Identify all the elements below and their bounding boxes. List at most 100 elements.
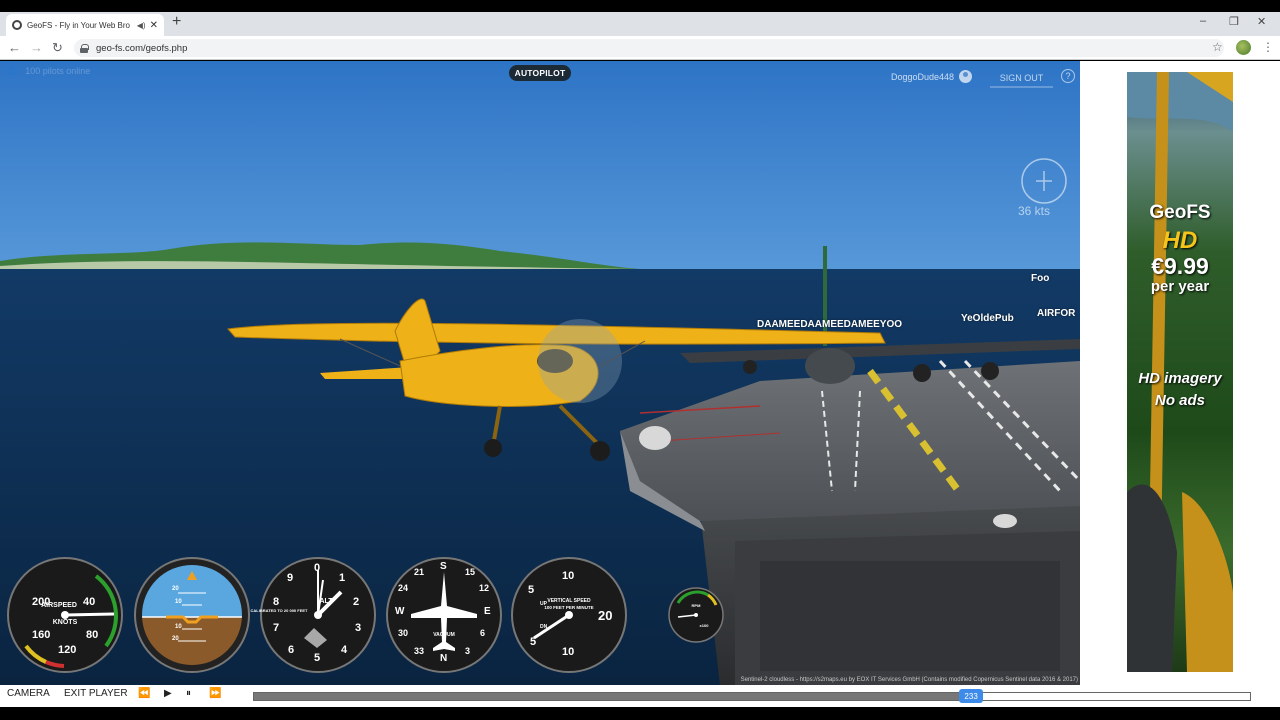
autopilot-button[interactable]: AUTOPILOT [509,65,571,81]
player-label: YeOldePub [961,313,1014,324]
rewind-icon[interactable]: ⏪ [138,688,150,699]
alt-sub: CALIBRATED TO 20 000 FEET [250,608,308,613]
pitch-tick: 20 [172,636,179,642]
airspeed-tick: 120 [58,644,77,656]
play-icon[interactable]: ▶ [164,688,172,699]
lock-icon [80,43,89,53]
back-icon[interactable]: ← [8,40,21,55]
signout-button[interactable]: SIGN OUT [990,69,1053,88]
ad-period: per year [1150,278,1210,295]
player-label: Foo [1031,273,1050,284]
altimeter-gauge: 0 1 2 3 4 5 6 7 8 9 ALT CALIBRATED TO 20… [251,556,377,674]
alt-tick: 1 [339,572,346,584]
rpm-title: RPM [691,603,701,608]
menu-kebab-icon[interactable]: ⋮ [1262,40,1274,54]
globe-icon [12,20,22,30]
player-label: AIRFOR [1037,308,1076,319]
browser-tab[interactable]: GeoFS - Fly in Your Web Bro ◀) ✕ [6,14,164,36]
bookmark-star-icon[interactable]: ☆ [1212,40,1223,54]
wind-indicator-icon [1021,158,1067,204]
url-text: geo-fs.com/geofs.php [96,42,188,54]
vertical-speed-gauge: 10 5 20 10 5 UP DN VERTICAL SPEED 100 FE… [510,556,628,674]
player-label: DAAMEEDAAMEEDAMEEYOO [757,319,903,330]
ad-sidebar: GeoFS HD €9.99 per year HD imagery No ad… [1080,61,1280,685]
browser-tab-bar: GeoFS - Fly in Your Web Bro ◀) ✕ + – ❐ ✕ [0,12,1280,36]
vsi-tick: 5 [530,636,537,648]
ad-line2: No ads [1154,392,1205,409]
alt-tick: 0 [314,562,321,574]
alt-title: ALT [319,598,333,605]
user-info[interactable]: DoggoDude448 [891,70,973,83]
airspeed-unit: KNOTS [52,619,78,626]
alt-tick: 4 [341,644,348,656]
heading-tick: N [440,653,448,664]
letterbox-bottom [0,707,1280,720]
heading-tick: 24 [398,583,409,593]
airspeed-tick: 160 [32,629,51,641]
alt-tick: 9 [287,572,294,584]
heading-indicator: N 3 6 E 12 15 S 21 24 W 30 33 VACUUM [385,556,503,674]
camera-button[interactable]: CAMERA [7,688,50,699]
rpm-dial [668,587,724,643]
flight-sim-viewport[interactable]: 👤 100 pilots online AUTOPILOT DoggoDude4… [0,61,1080,685]
geofs-hd-ad[interactable]: GeoFS HD €9.99 per year HD imagery No ad… [1127,72,1233,672]
ad-hd: HD [1162,227,1198,254]
ad-line1: HD imagery [1138,370,1222,387]
tab-title: GeoFS - Fly in Your Web Bro [27,20,131,30]
vsi-tick: 20 [598,608,613,623]
user-icon [959,70,973,83]
pitch-tick: 20 [172,586,179,592]
new-tab-button[interactable]: + [172,13,181,31]
pitch-tick: 10 [175,624,182,630]
vsi-title: VERTICAL SPEED [547,598,591,604]
vsi-sub: 100 FEET PER MINUTE [544,605,594,610]
ad-price: €9.99 [1151,253,1209,279]
airspeed-tick: 80 [86,629,99,641]
heading-tick: 21 [414,567,425,577]
replay-timeline[interactable]: 233 [253,689,1251,703]
fast-forward-icon[interactable]: ⏩ [209,688,221,699]
alt-tick: 7 [273,622,280,634]
speaker-icon[interactable]: ◀) [137,21,146,30]
close-window-button[interactable]: ✕ [1257,15,1266,28]
rpm-sub: x100 [699,623,709,628]
online-count: 👤 100 pilots online [6,65,91,76]
heading-tick: E [484,606,491,617]
heading-tick: 3 [465,646,471,656]
tail-fin-other [823,246,827,346]
address-field[interactable]: geo-fs.com/geofs.php [74,39,1224,57]
imagery-attribution: Sentinel-2 cloudless - https://s2maps.eu… [740,677,1078,683]
maximize-button[interactable]: ❐ [1229,15,1239,28]
vsi-tick: 10 [562,646,575,658]
vsi-down-label: DN [540,624,548,630]
heading-tick: S [440,561,447,572]
replay-player-bar: CAMERA EXIT PLAYER ⏪ ▶ ⏸ ⏩ 233 [0,685,1280,707]
airspeed-title: AIRSPEED [41,602,77,609]
profile-avatar[interactable] [1236,40,1251,55]
minimize-button[interactable]: – [1200,15,1206,27]
wind-speed: 36 kts [1018,204,1051,218]
timeline-progress [254,693,972,700]
alt-tick: 5 [314,652,321,664]
help-icon[interactable]: ? [1061,69,1075,83]
timeline-handle[interactable]: 233 [959,689,984,703]
alt-tick: 3 [355,622,362,634]
browser-toolbar: ← → ↻ geo-fs.com/geofs.php ☆ ⋮ [0,36,1280,60]
forward-icon[interactable]: → [30,40,43,55]
airspeed-gauge: 40 80 120 160 200 AIRSPEED KNOTS [6,556,124,674]
vsi-tick: 5 [528,584,535,596]
rpm-gauge: RPM x100 [668,587,724,643]
exit-player-button[interactable]: EXIT PLAYER [64,688,128,699]
attitude-indicator: 20 10 10 20 [133,556,251,674]
heading-title: VACUUM [433,632,455,638]
close-tab-icon[interactable]: ✕ [150,20,158,31]
airspeed-dial [7,557,123,673]
username-text: DoggoDude448 [891,71,955,82]
screen: GeoFS - Fly in Your Web Bro ◀) ✕ + – ❐ ✕… [0,0,1280,720]
heading-tick: W [395,606,405,617]
pause-icon[interactable]: ⏸ [186,688,191,699]
alt-tick: 6 [288,644,295,656]
heading-tick: 33 [414,646,425,656]
vsi-tick: 10 [562,570,575,582]
reload-icon[interactable]: ↻ [52,40,63,56]
